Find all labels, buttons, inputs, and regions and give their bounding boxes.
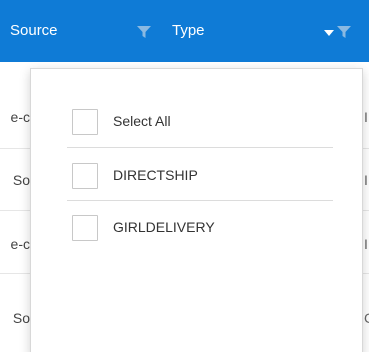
column-header-type[interactable]: Type: [172, 0, 205, 62]
filter-option-directship[interactable]: DIRECTSHIP: [67, 149, 329, 201]
checkbox[interactable]: [72, 215, 98, 241]
grid-cell-source: So: [12, 172, 30, 188]
option-label: Select All: [113, 113, 171, 129]
grid-cell-type: I: [364, 109, 368, 125]
filter-icon[interactable]: [137, 26, 151, 38]
grid-cell-type: I: [364, 236, 368, 252]
filter-popup: Select All DIRECTSHIP GIRLDELIVERY: [30, 68, 363, 352]
option-separator: [67, 147, 333, 148]
column-header-source[interactable]: Source: [10, 0, 58, 62]
grid-header: Source Type: [0, 0, 369, 62]
checkbox[interactable]: [72, 163, 98, 189]
grid-cell-source: e-c: [10, 109, 30, 125]
grid-cell-source: e-c: [10, 236, 30, 252]
checkbox[interactable]: [72, 109, 98, 135]
filter-icon[interactable]: [337, 26, 351, 38]
sort-down-icon[interactable]: [324, 30, 334, 36]
grid-cell-type: I: [364, 172, 368, 188]
filter-option-select-all[interactable]: Select All: [67, 95, 329, 147]
grid-cell-type: C: [364, 310, 369, 326]
filter-option-girldelivery[interactable]: GIRLDELIVERY: [67, 201, 329, 253]
option-label: GIRLDELIVERY: [113, 219, 215, 235]
option-label: DIRECTSHIP: [113, 167, 198, 183]
grid-cell-source: So: [12, 310, 30, 326]
